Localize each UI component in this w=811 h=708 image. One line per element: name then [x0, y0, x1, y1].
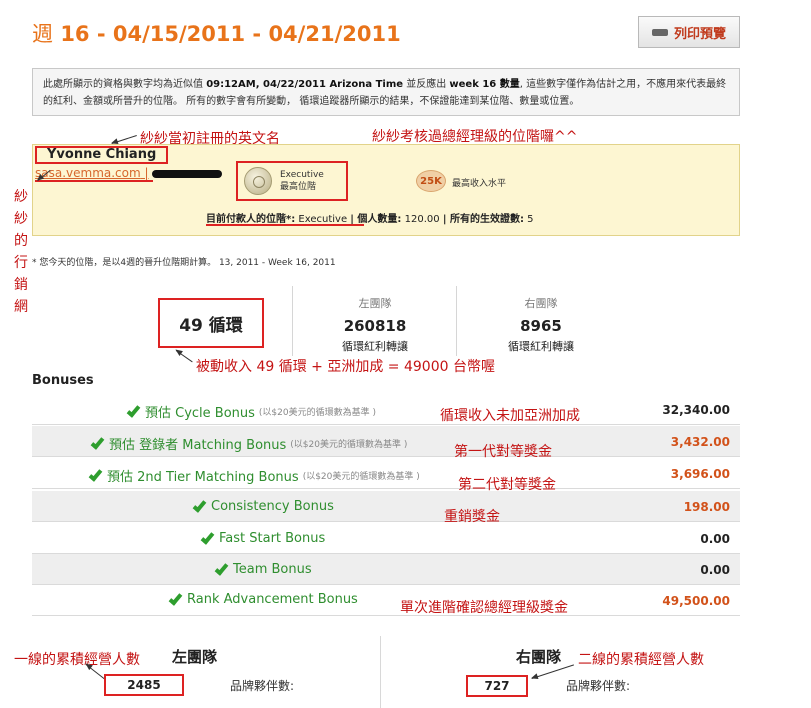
income-level-badge: 25K — [416, 170, 446, 192]
divider — [380, 636, 381, 708]
bonuses-title: Bonuses — [32, 373, 94, 388]
annotation-right-cumulative: 二線的累積經營人數 — [578, 652, 704, 668]
left-partner-label: 品牌夥伴數: — [230, 679, 295, 693]
cycles-count: 49 循環 — [158, 298, 264, 348]
annotation-cycle-note: 循環收入未加亞洲加成 — [440, 408, 580, 424]
right-partner-label: 品牌夥伴數: — [566, 679, 631, 693]
annotation-left-cumulative: 一線的累積經營人數 — [14, 652, 140, 668]
annotation-gen1: 第一代對等獎金 — [454, 444, 552, 460]
status-underline — [206, 224, 364, 226]
right-team-count: 727 — [466, 675, 528, 697]
member-name: Yvonne Chiang — [35, 146, 169, 164]
arrow-annotation — [175, 350, 193, 363]
bonus-row: Rank Advancement Bonus 49,500.00 — [32, 585, 740, 616]
bonus-row: Team Bonus 0.00 — [32, 554, 740, 585]
bonus-amount: 32,340.00 — [662, 403, 730, 417]
left-team-count: 2485 — [104, 674, 184, 696]
bonus-row: Consistency Bonus 198.00 — [32, 491, 740, 522]
divider — [292, 286, 293, 356]
left-team-title: 左團隊 — [172, 648, 218, 666]
annotation-rank-bonus: 單次進階確認總經理級獎金 — [400, 600, 568, 616]
income-level-label: 最高收入水平 — [452, 179, 507, 189]
annotation-gen2: 第二代對等獎金 — [458, 477, 556, 493]
bonus-amount: 3,696.00 — [670, 467, 730, 481]
annotation-rank-passed: 紗紗考核過總經理級的位階囉^^ — [372, 129, 578, 145]
right-team-title: 右團隊 — [516, 648, 562, 666]
check-icon — [126, 402, 141, 418]
left-team-summary: 左團隊 260818 循環紅利轉讓 — [342, 297, 408, 353]
bonus-amount: 0.00 — [700, 532, 730, 546]
bonus-row: Fast Start Bonus 0.00 — [32, 523, 740, 554]
annotation-repeat: 重銷獎金 — [444, 509, 500, 525]
check-icon — [192, 497, 207, 513]
bonus-row: 預估 2nd Tier Matching Bonus (以$20美元的循環數為基準… — [32, 458, 740, 489]
check-icon — [200, 529, 215, 545]
check-icon — [90, 434, 105, 450]
bonus-amount: 0.00 — [700, 563, 730, 577]
printer-icon — [651, 25, 668, 41]
estimate-notice: 此處所顯示的資格與數字均為近似值 09:12AM, 04/22/2011 Ari… — [32, 68, 740, 116]
check-icon — [168, 590, 183, 606]
bonus-amount: 198.00 — [683, 500, 730, 514]
bonus-row: 預估 登錄者 Matching Bonus (以$20美元的循環數為基準 ) 3,… — [32, 426, 740, 457]
divider — [456, 286, 457, 356]
print-preview-button[interactable]: 列印預覽 — [638, 16, 740, 48]
annotation-passive-income: 被動收入 49 循環 + 亞洲加成 = 49000 台幣喔 — [196, 359, 495, 375]
bonus-amount: 49,500.00 — [662, 594, 730, 608]
bonus-row: 預估 Cycle Bonus (以$20美元的循環數為基準 ) 32,340.00 — [32, 394, 740, 425]
check-icon — [214, 560, 229, 576]
right-team-summary: 右團隊 8965 循環紅利轉讓 — [508, 297, 574, 353]
arrow-annotation — [111, 134, 137, 144]
bonus-amount: 3,432.00 — [670, 435, 730, 449]
week-title: 週 16 - 04/15/2011 - 04/21/2011 — [32, 22, 401, 46]
redacted-scribble — [152, 170, 222, 178]
rank-medal-icon — [244, 167, 272, 195]
rank-footnote: * 您今天的位階，是以4週的晉升位階期計算。 13, 2011 - Week 1… — [32, 258, 336, 268]
annotation-site-vertical: 紗紗的行銷網 — [14, 189, 28, 315]
payer-status-line: 目前付款人的位階*: Executive | 個人數量: 120.00 | 所有… — [206, 214, 534, 225]
member-site-link[interactable]: sasa.vemma.com | — [35, 166, 153, 182]
check-icon — [88, 466, 103, 482]
highest-rank-box: Executive 最高位階 — [236, 161, 348, 201]
